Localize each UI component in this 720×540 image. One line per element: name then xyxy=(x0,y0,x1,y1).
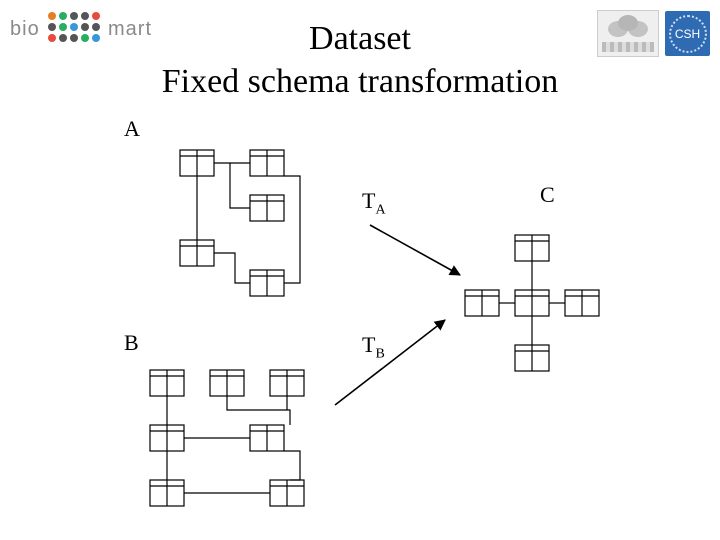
table-icon xyxy=(150,425,184,451)
table-icon xyxy=(515,235,549,261)
table-icon xyxy=(210,370,244,396)
table-icon xyxy=(250,150,284,176)
table-icon xyxy=(270,370,304,396)
table-icon xyxy=(515,290,549,316)
arrow-tb xyxy=(335,320,445,405)
table-icon xyxy=(150,370,184,396)
table-icon xyxy=(250,425,284,451)
slide: bio mart CSH Dataset Fixed schema transf… xyxy=(0,0,720,540)
table-icon xyxy=(270,480,304,506)
table-icon xyxy=(180,150,214,176)
table-icon xyxy=(565,290,599,316)
schema-b xyxy=(150,370,304,506)
table-icon xyxy=(465,290,499,316)
table-icon xyxy=(250,195,284,221)
schema-a xyxy=(180,150,300,296)
table-icon xyxy=(150,480,184,506)
table-icon xyxy=(250,270,284,296)
table-icon xyxy=(515,345,549,371)
diagram-svg xyxy=(0,0,720,540)
arrow-ta xyxy=(370,225,460,275)
schema-c xyxy=(465,235,599,371)
table-icon xyxy=(180,240,214,266)
